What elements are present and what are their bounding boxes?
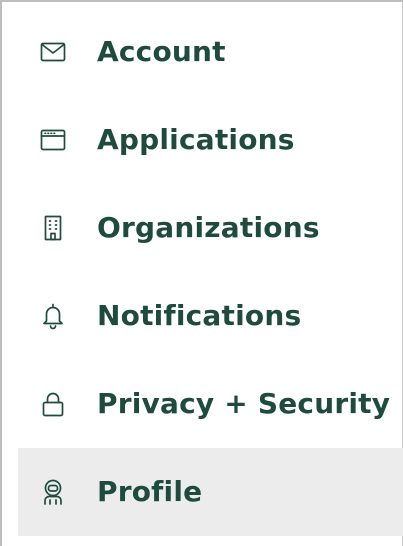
menu-item-privacy-security[interactable]: Privacy + Security bbox=[18, 360, 403, 448]
menu-item-applications[interactable]: Applications bbox=[18, 96, 403, 184]
lock-icon bbox=[36, 387, 70, 421]
menu-item-label: Privacy + Security bbox=[97, 386, 391, 420]
astronaut-avatar-icon bbox=[36, 475, 70, 509]
mail-icon bbox=[36, 35, 70, 69]
menu-item-organizations[interactable]: Organizations bbox=[18, 184, 403, 272]
menu-item-label: Applications bbox=[97, 122, 295, 156]
menu-item-profile[interactable]: Profile bbox=[18, 448, 403, 536]
settings-sidebar: Account Applications Organizations Notif… bbox=[0, 0, 403, 546]
bell-icon bbox=[36, 299, 70, 333]
menu-item-label: Organizations bbox=[97, 210, 320, 244]
menu-item-notifications[interactable]: Notifications bbox=[18, 272, 403, 360]
menu-item-label: Account bbox=[97, 34, 226, 68]
menu-item-label: Profile bbox=[97, 474, 203, 508]
menu-item-label: Notifications bbox=[97, 298, 302, 332]
menu-item-account[interactable]: Account bbox=[18, 8, 403, 96]
building-icon bbox=[36, 211, 70, 245]
browser-window-icon bbox=[36, 123, 70, 157]
settings-menu: Account Applications Organizations Notif… bbox=[18, 8, 403, 536]
